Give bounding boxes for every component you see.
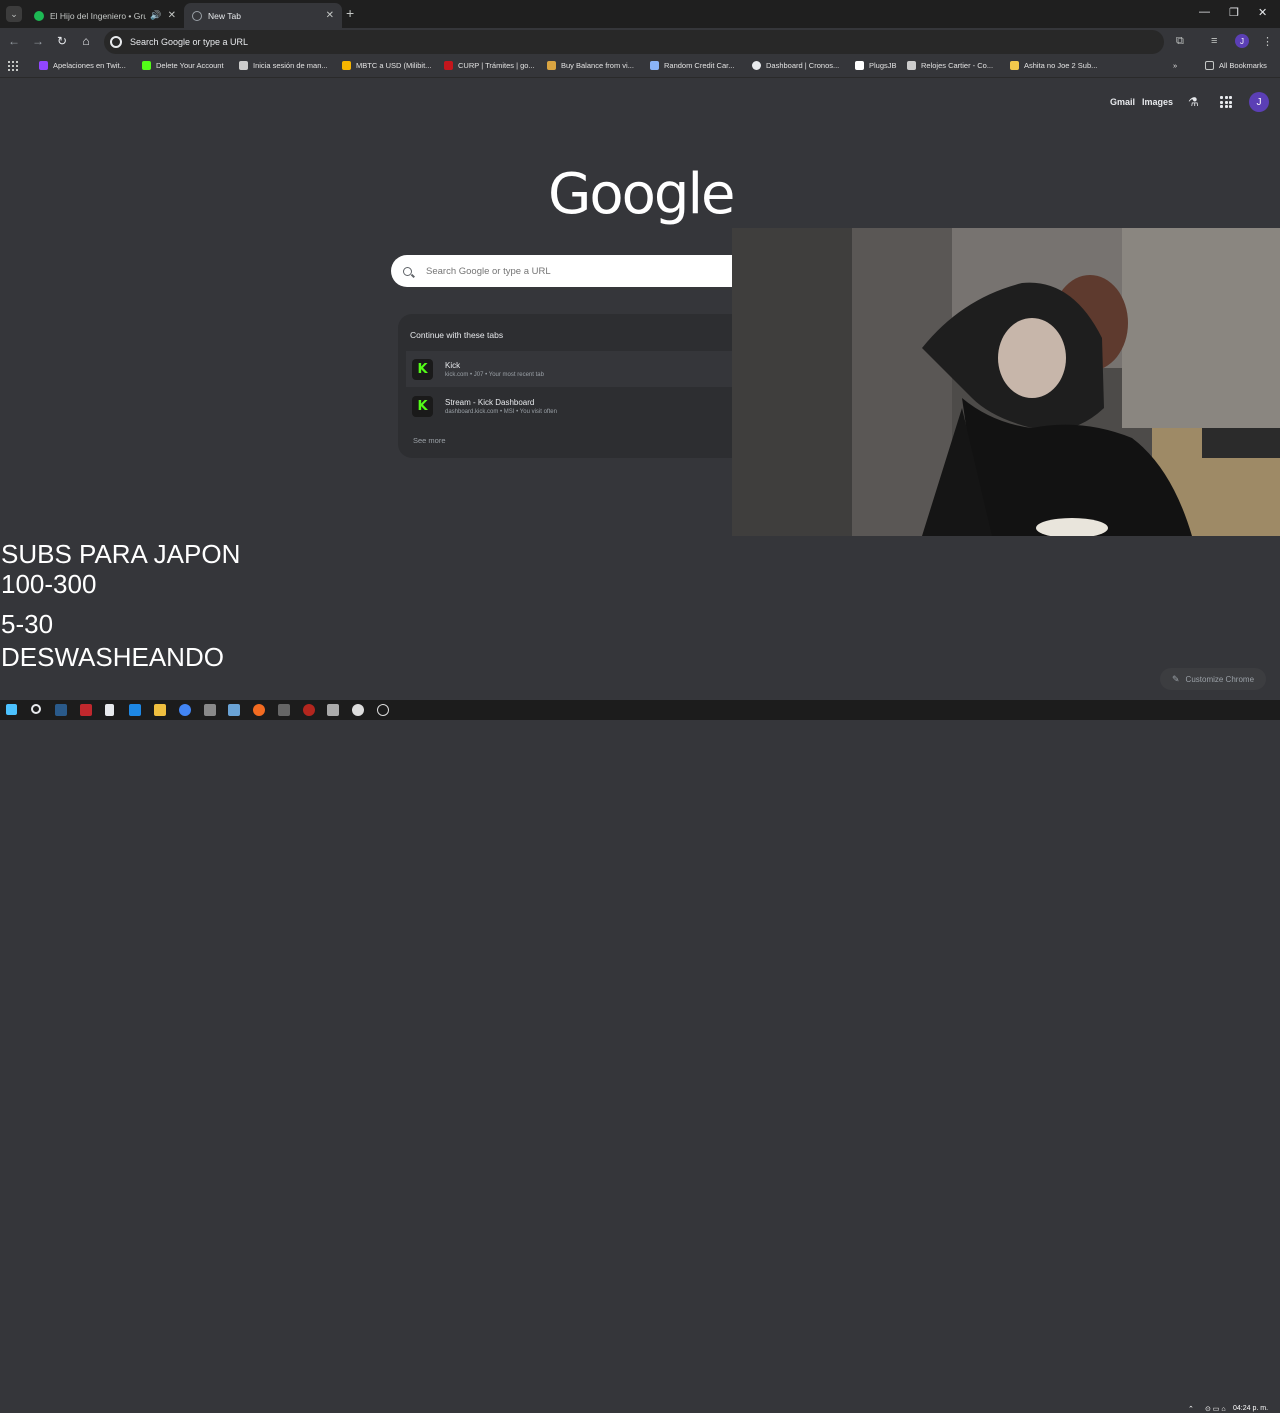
minimize-button[interactable]: — [1199, 6, 1210, 18]
media-control-icon[interactable]: ≡ [1211, 35, 1217, 47]
back-button[interactable]: ← [6, 34, 22, 48]
customize-label: Customize Chrome [1185, 674, 1255, 684]
folder-icon [1205, 61, 1214, 70]
taskbar: ⌃ ⊙ ▭ ⌂ 04:24 p. m. [0, 700, 1280, 1413]
google-icon: G [110, 36, 122, 48]
taskbar-search-icon[interactable] [31, 704, 41, 714]
tab-spotify[interactable]: El Hijo del Ingeniero • Grup 🔊 ✕ [26, 3, 184, 28]
google-apps-icon[interactable] [1220, 96, 1232, 108]
restore-button[interactable]: ❐ [1229, 6, 1239, 19]
profile-avatar[interactable]: J [1235, 34, 1249, 48]
search-icon [403, 266, 412, 276]
clock[interactable]: 04:24 p. m. [1233, 1405, 1268, 1412]
see-more-link[interactable]: See more [413, 436, 446, 445]
list-item[interactable]: K Stream - Kick Dashboard dashboard.kick… [406, 388, 732, 424]
menu-icon[interactable]: ⋮ [1262, 35, 1273, 48]
app-icon[interactable] [204, 704, 216, 716]
close-tab-icon[interactable]: ✕ [326, 10, 334, 21]
app-icon[interactable] [278, 704, 290, 716]
bookmark-item[interactable]: Delete Your Account [142, 61, 224, 70]
account-avatar[interactable]: J [1249, 92, 1269, 112]
home-button[interactable]: ⌂ [78, 34, 94, 48]
address-text: Search Google or type a URL [130, 37, 249, 47]
steam-icon[interactable] [55, 704, 67, 716]
bookmarks-overflow-button[interactable]: » [1173, 61, 1177, 70]
app-icon[interactable] [303, 704, 315, 716]
bookmark-item[interactable]: Buy Balance from vi... [547, 61, 634, 70]
tab-title: El Hijo del Ingeniero • Grup [50, 10, 147, 21]
app-icon[interactable] [129, 704, 141, 716]
extensions-icon[interactable]: ⧉ [1176, 35, 1184, 48]
kick-icon: K [412, 395, 433, 417]
reload-button[interactable]: ↻ [54, 34, 70, 48]
tab-search-button[interactable]: ⌄ [6, 6, 22, 22]
item-subtitle: kick.com • J07 • Your most recent tab [445, 371, 544, 378]
tray-arrow-icon[interactable]: ⌃ [1188, 1405, 1194, 1413]
images-link[interactable]: Images [1142, 97, 1173, 107]
overlay-line-1: SUBS PARA JAPON [1, 539, 241, 569]
search-box[interactable] [391, 255, 732, 287]
close-tab-icon[interactable]: ✕ [168, 10, 176, 21]
customize-chrome-button[interactable]: ✎ Customize Chrome [1160, 668, 1267, 690]
file-explorer-icon[interactable] [154, 704, 166, 716]
overlay-line-3: 5-30 [1, 609, 54, 639]
close-window-button[interactable]: ✕ [1258, 6, 1267, 19]
gmail-link[interactable]: Gmail [1110, 97, 1135, 107]
bookmark-item[interactable]: Relojes Cartier - Co... [907, 61, 993, 70]
new-tab-button[interactable]: + [346, 6, 354, 20]
continue-tabs-card: Continue with these tabs K Kick kick.com… [398, 314, 732, 458]
item-subtitle: dashboard.kick.com • MSI • You visit oft… [445, 408, 557, 415]
webcam-overlay [732, 228, 1280, 536]
toolbar: ← → ↻ ⌂ G Search Google or type a URL ⧉ … [0, 28, 1280, 56]
file-icon[interactable] [105, 704, 114, 716]
spotify-icon [34, 10, 44, 21]
chevron-down-icon: ⌄ [10, 8, 18, 19]
bookmark-item[interactable]: MBTC a USD (Milibit... [342, 61, 431, 70]
tab-strip: ⌄ El Hijo del Ingeniero • Grup 🔊 ✕ New T… [0, 0, 1280, 28]
app-icon[interactable] [352, 704, 364, 716]
app-icon[interactable] [327, 704, 339, 716]
overlay-line-4: DESWASHEANDO [1, 642, 224, 672]
tab-new-tab[interactable]: New Tab ✕ [184, 3, 342, 28]
speaker-icon[interactable]: 🔊 [150, 10, 161, 21]
labs-flask-icon[interactable]: ⚗ [1188, 95, 1199, 109]
chrome-icon [192, 10, 202, 21]
kick-icon: K [412, 358, 433, 380]
webcam-image [732, 228, 1280, 536]
google-logo: Google [548, 162, 735, 227]
chrome-taskbar-icon[interactable] [179, 704, 191, 716]
start-icon[interactable] [6, 704, 17, 715]
overlay-line-2: 100-300 [1, 569, 97, 599]
bookmark-item[interactable]: Inicia sesión de man... [239, 61, 328, 70]
apps-icon[interactable] [8, 61, 18, 71]
app-icon[interactable] [228, 704, 240, 716]
tray-icons[interactable]: ⊙ ▭ ⌂ [1205, 1405, 1226, 1413]
bookmark-item[interactable]: Random Credit Car... [650, 61, 734, 70]
bookmark-item[interactable]: Dashboard | Cronos... [752, 61, 839, 70]
bookmark-item[interactable]: Ashita no Joe 2 Sub... [1010, 61, 1097, 70]
item-title: Stream - Kick Dashboard [445, 397, 535, 407]
card-header: Continue with these tabs [410, 330, 504, 340]
bookmark-item[interactable]: Apelaciones en Twit... [39, 61, 126, 70]
pencil-icon: ✎ [1172, 673, 1180, 684]
app-icon[interactable] [377, 704, 389, 716]
search-input[interactable] [426, 265, 706, 277]
app-icon[interactable] [80, 704, 92, 716]
bookmark-item[interactable]: PlugsJB [855, 61, 897, 70]
bookmark-item[interactable]: CURP | Trámites | go... [444, 61, 535, 70]
tab-title: New Tab [208, 10, 241, 21]
forward-button[interactable]: → [30, 34, 46, 48]
address-bar[interactable]: G Search Google or type a URL [104, 30, 1164, 54]
item-title: Kick [445, 360, 461, 370]
app-icon[interactable] [253, 704, 265, 716]
list-item[interactable]: K Kick kick.com • J07 • Your most recent… [406, 351, 732, 387]
all-bookmarks-button[interactable]: All Bookmarks [1205, 61, 1267, 70]
